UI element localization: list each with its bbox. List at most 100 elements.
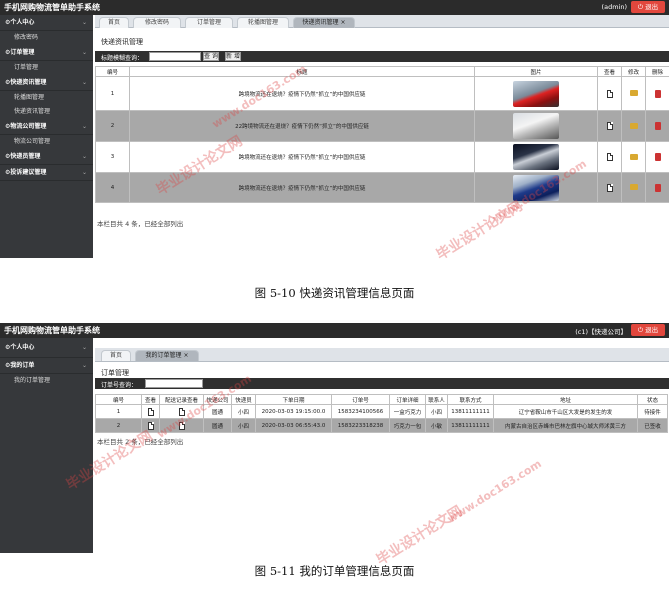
delivery-record-cell[interactable] [159, 418, 204, 433]
tab-change-password[interactable]: 修改密码 [133, 17, 181, 28]
table-row: 4 跨境物流还在退烧？疫情下仍然“抓立”的中国供应链 [95, 172, 669, 203]
view-cell[interactable] [597, 172, 622, 203]
view-cell[interactable] [597, 76, 622, 111]
tab-my-orders[interactable]: 我的订单管理 × [135, 350, 199, 361]
sidebar: ⚙个人中心 ⌄ 修改密码 ⚙订单管理 ⌄ 订单管理 ⚙快递资讯管理 ⌄ 轮播图管理 快… [0, 15, 93, 258]
sidebar-section-complaints[interactable]: ⚙投诉建议管理 ⌄ [0, 165, 93, 181]
chevron-down-icon: ⌄ [81, 153, 87, 160]
col-header: 删除 [645, 66, 669, 77]
delete-cell[interactable] [645, 141, 669, 173]
cell-title: 跨境物流还在退烧？疫情下仍然“抓立”的中国供应链 [129, 141, 475, 173]
top-bar: 手机网购物流管单助手系统 (c1)【快递公司】 ⏻ 退出 [0, 323, 669, 338]
white-sports-car-image [513, 113, 559, 139]
edit-cell[interactable] [621, 172, 646, 203]
tab-home[interactable]: 首页 [101, 350, 131, 361]
logout-button[interactable]: ⏻ 退出 [631, 1, 665, 13]
delete-icon[interactable] [654, 89, 661, 98]
search-input[interactable] [149, 52, 201, 61]
view-icon[interactable] [606, 89, 613, 98]
sidebar-item-news[interactable]: 快递资讯管理 [0, 105, 93, 119]
section-label: 我的订单 [10, 362, 35, 369]
tab-carousel[interactable]: 轮播图管理 [237, 17, 289, 28]
sidebar-section-my-orders[interactable]: ⚙我的订单 ⌄ [0, 358, 93, 374]
logout-button[interactable]: ⏻ 退出 [631, 324, 665, 336]
cell-id: 4 [95, 172, 130, 203]
delete-icon[interactable] [654, 183, 661, 192]
cell-status: 已签收 [637, 418, 668, 433]
col-header: 地址 [493, 394, 638, 405]
sidebar-item-carousel[interactable]: 轮播图管理 [0, 91, 93, 105]
sidebar-section-news[interactable]: ⚙快递资讯管理 ⌄ [0, 75, 93, 91]
sidebar-item-my-orders[interactable]: 我的订单管理 [0, 374, 93, 388]
col-header: 修改 [621, 66, 646, 77]
tab-news[interactable]: 快递资讯管理 × [293, 17, 355, 28]
main-content: 订单管理 订单号查询： 编号 查看 配送记录查看 快递公司 快递员 下单日期 订… [95, 362, 669, 553]
sidebar-item-logistics[interactable]: 物流公司管理 [0, 135, 93, 149]
view-icon[interactable] [606, 153, 613, 161]
tab-orders[interactable]: 订单管理 [185, 17, 233, 28]
cell-date: 2020-03-03 06:55:43.0 [255, 418, 332, 433]
view-cell[interactable] [141, 418, 160, 433]
chevron-down-icon: ⌄ [81, 79, 87, 86]
table-row: 3 跨境物流还在退烧？疫情下仍然“抓立”的中国供应链 [95, 141, 669, 173]
tab-bar: 首页 修改密码 订单管理 轮播图管理 快递资讯管理 × [95, 15, 669, 28]
search-bar: 标题模糊查询： 查 询 新 增 [95, 51, 669, 62]
close-icon[interactable]: × [340, 19, 345, 26]
orders-table: 编号 查看 配送记录查看 快递公司 快递员 下单日期 订单号 订单详细 联系人 … [95, 394, 668, 433]
col-header: 编号 [95, 394, 142, 405]
section-label: 投诉建议管理 [10, 169, 47, 176]
sidebar-item-order-mgmt[interactable]: 订单管理 [0, 61, 93, 75]
view-icon[interactable] [147, 407, 154, 416]
delete-cell[interactable] [645, 172, 669, 203]
delete-cell[interactable] [645, 110, 669, 142]
edit-icon[interactable] [629, 184, 638, 191]
app-title: 手机网购物流管单助手系统 [4, 326, 100, 335]
cell-date: 2020-03-03 19:15:00.0 [255, 404, 332, 419]
sidebar-section-orders[interactable]: ⚙订单管理 ⌄ [0, 45, 93, 61]
close-icon[interactable]: × [183, 352, 188, 359]
edit-icon[interactable] [629, 90, 638, 97]
view-icon[interactable] [147, 421, 154, 430]
col-header: 快递公司 [203, 394, 232, 405]
delivery-record-icon[interactable] [178, 407, 185, 416]
edit-icon[interactable] [629, 153, 638, 160]
cell-picture [474, 172, 598, 203]
table-header: 编号 查看 配送记录查看 快递公司 快递员 下单日期 订单号 订单详细 联系人 … [95, 394, 668, 405]
view-cell[interactable] [597, 141, 622, 173]
sidebar-section-personal[interactable]: ⚙个人中心 ⌄ [0, 15, 93, 31]
order-number-input[interactable] [145, 379, 203, 388]
cell-order-no: 1583234100566 [331, 404, 390, 419]
cell-title: 跨境物流还在退烧？疫情下仍然“抓立”的中国供应链 [129, 172, 475, 203]
edit-cell[interactable] [621, 141, 646, 173]
col-header: 查看 [141, 394, 160, 405]
sidebar-section-couriers[interactable]: ⚙快递员管理 ⌄ [0, 149, 93, 165]
edit-cell[interactable] [621, 76, 646, 111]
add-button[interactable]: 新 增 [225, 52, 241, 61]
chevron-down-icon: ⌄ [81, 19, 87, 26]
chevron-down-icon: ⌄ [81, 123, 87, 130]
table-row: 1 跨境物流还在退烧？疫情下仍然“抓立”的中国供应链 [95, 76, 669, 111]
delivery-record-icon[interactable] [178, 421, 185, 430]
page-title: 订单管理 [101, 369, 129, 377]
delete-cell[interactable] [645, 76, 669, 111]
col-header: 订单号 [331, 394, 390, 405]
cell-address: 辽宁省鞍山市千山区大发是的发生的发 [493, 404, 638, 419]
main-content: 快递资讯管理 标题模糊查询： 查 询 新 增 编号 标题 图片 查看 修改 删除… [95, 28, 669, 258]
sidebar-section-logistics[interactable]: ⚙物流公司管理 ⌄ [0, 119, 93, 135]
tab-home[interactable]: 首页 [99, 17, 129, 28]
view-cell[interactable] [597, 110, 622, 142]
delete-icon[interactable] [654, 153, 661, 161]
sidebar-item-change-password[interactable]: 修改密码 [0, 31, 93, 45]
sidebar-section-personal[interactable]: ⚙个人中心 ⌄ [0, 338, 93, 358]
view-icon[interactable] [606, 183, 613, 192]
view-cell[interactable] [141, 404, 160, 419]
search-button[interactable]: 查 询 [203, 52, 219, 61]
top-bar: 手机网购物流管单助手系统 (admin) ⏻ 退出 [0, 0, 669, 15]
tab-label: 快递资讯管理 [302, 19, 339, 26]
edit-cell[interactable] [621, 110, 646, 142]
delete-icon[interactable] [654, 122, 661, 130]
cell-id: 3 [95, 141, 130, 173]
edit-icon[interactable] [629, 122, 638, 129]
view-icon[interactable] [606, 122, 613, 130]
delivery-record-cell[interactable] [159, 404, 204, 419]
